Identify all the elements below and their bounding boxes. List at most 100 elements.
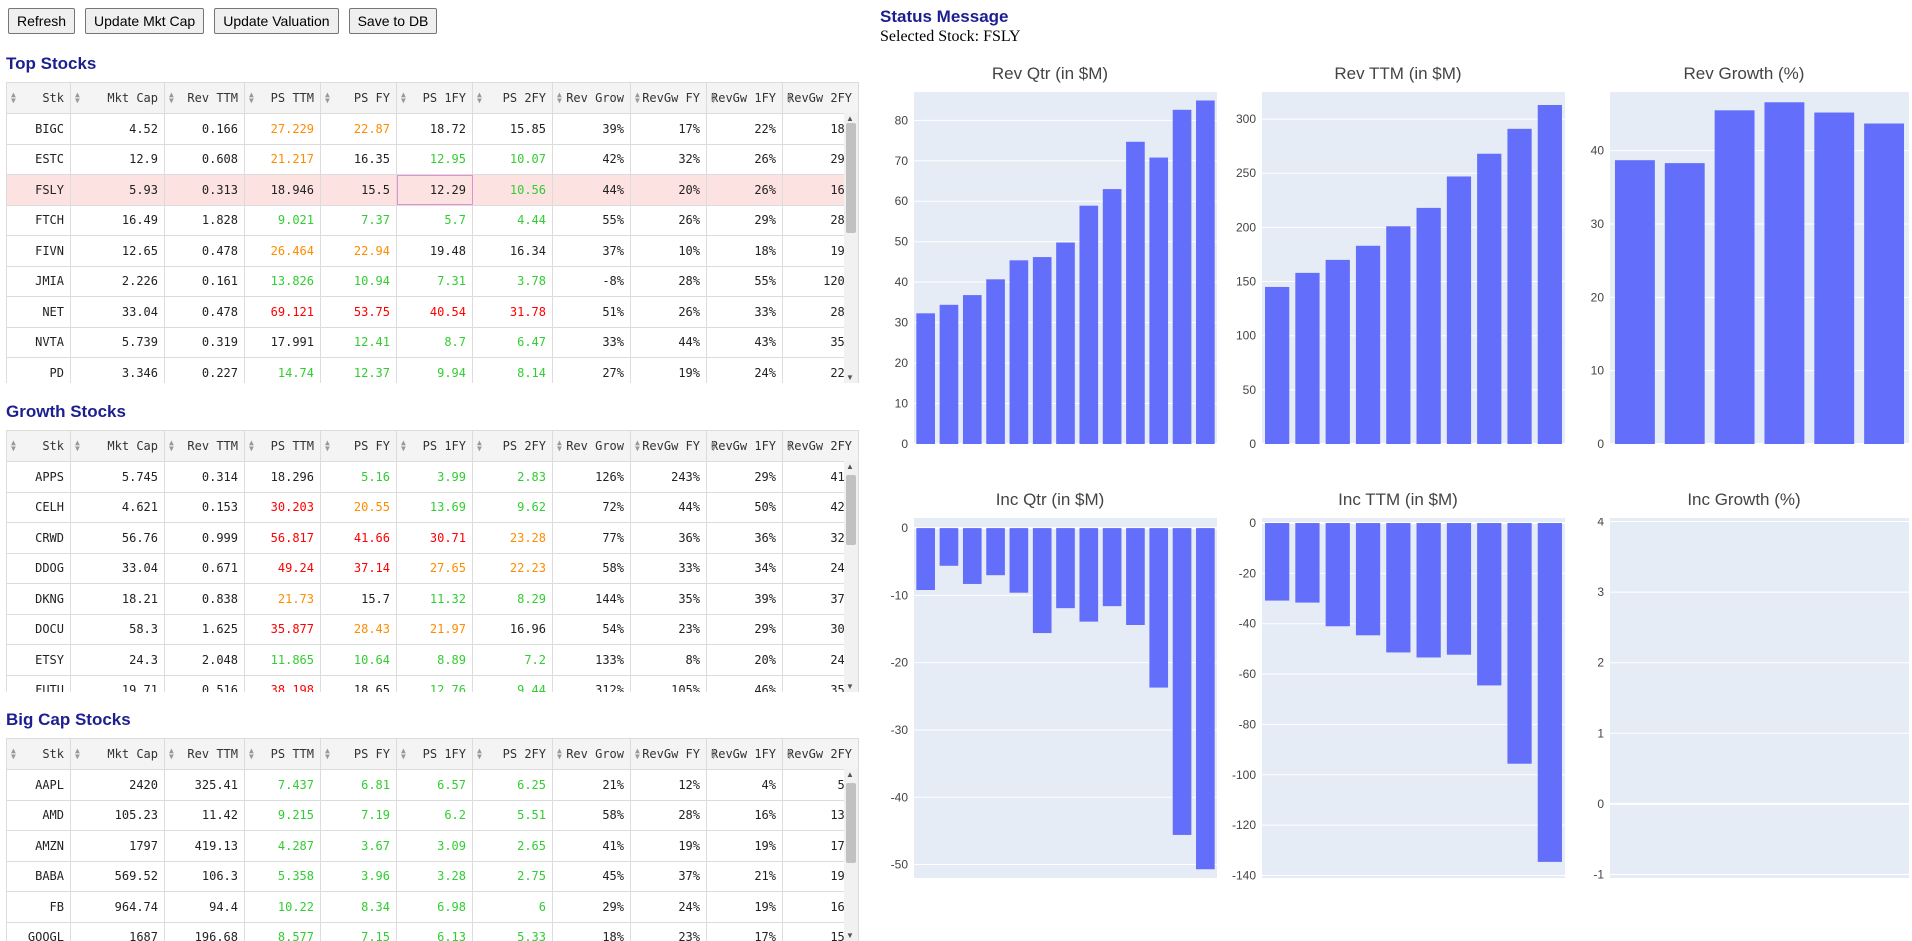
table-cell[interactable]: 11.865 bbox=[244, 644, 321, 676]
bar[interactable] bbox=[916, 528, 935, 590]
table-cell[interactable]: 13.826 bbox=[244, 265, 321, 297]
bar[interactable] bbox=[1196, 528, 1215, 870]
table-cell[interactable]: 3.96 bbox=[320, 860, 397, 892]
table-cell[interactable]: 10.22 bbox=[244, 891, 321, 923]
table-cell[interactable]: 0.608 bbox=[164, 143, 245, 175]
table-cell[interactable]: 964.74 bbox=[70, 891, 165, 923]
table-cell[interactable]: 26% bbox=[630, 296, 707, 328]
bar[interactable] bbox=[1265, 286, 1290, 444]
table-row[interactable]: DOCU 58.3 1.625 35.877 28.43 21.97 16.96 54% 23%… bbox=[6, 613, 859, 645]
table-cell[interactable]: 18.65 bbox=[320, 674, 397, 692]
table-cell[interactable]: 22.23 bbox=[472, 552, 553, 584]
table-cell[interactable]: 55% bbox=[552, 204, 631, 236]
sort-icon[interactable]: ▲ ▼ bbox=[787, 747, 792, 761]
bar[interactable] bbox=[1032, 528, 1052, 634]
sort-icon[interactable]: ▲ ▼ bbox=[75, 91, 80, 105]
table-cell[interactable]: 1.828 bbox=[164, 204, 245, 236]
bar[interactable] bbox=[1814, 112, 1855, 445]
sort-icon[interactable]: ▲ ▼ bbox=[477, 91, 482, 105]
table-cell[interactable]: 45% bbox=[552, 860, 631, 892]
bar[interactable] bbox=[1664, 163, 1705, 444]
table-cell[interactable]: 22.94 bbox=[320, 235, 397, 267]
column-header[interactable]: ▲ ▼ Rev TTM bbox=[164, 430, 245, 462]
update-valuation-button[interactable]: Update Valuation bbox=[214, 8, 339, 34]
table-cell[interactable]: 16.34 bbox=[472, 235, 553, 267]
table-cell[interactable]: 419.13 bbox=[164, 830, 245, 862]
column-header[interactable]: ▲ ▼ RevGw 2FY bbox=[782, 82, 859, 114]
bar[interactable] bbox=[986, 279, 1005, 444]
table-cell[interactable]: ESTC bbox=[6, 143, 71, 175]
table-cell[interactable]: 46% bbox=[706, 674, 783, 692]
bar[interactable] bbox=[1507, 128, 1532, 444]
table-cell[interactable]: 12.65 bbox=[70, 235, 165, 267]
sort-icon[interactable]: ▲ ▼ bbox=[249, 747, 254, 761]
table-cell[interactable]: 20.55 bbox=[320, 491, 397, 523]
sort-icon[interactable]: ▲ ▼ bbox=[787, 439, 792, 453]
table-cell[interactable]: 196.68 bbox=[164, 921, 245, 941]
table-cell[interactable]: 34% bbox=[706, 552, 783, 584]
table-cell[interactable]: CELH bbox=[6, 491, 71, 523]
table-cell[interactable]: 56.76 bbox=[70, 522, 165, 554]
table-cell[interactable]: 28% bbox=[630, 799, 707, 831]
table-cell[interactable]: 28.43 bbox=[320, 613, 397, 645]
table-cell[interactable]: 26% bbox=[706, 174, 783, 206]
table-cell[interactable]: 16.35 bbox=[320, 143, 397, 175]
table-cell[interactable]: 10.64 bbox=[320, 644, 397, 676]
table-cell[interactable]: 1.625 bbox=[164, 613, 245, 645]
table-cell[interactable]: 26.464 bbox=[244, 235, 321, 267]
table-cell[interactable]: 19% bbox=[630, 357, 707, 383]
bar[interactable] bbox=[962, 528, 982, 584]
table-cell[interactable]: 24% bbox=[630, 891, 707, 923]
table-row[interactable]: NVTA 5.739 0.319 17.991 12.41 8.7 6.47 33% 44% 43… bbox=[6, 326, 859, 358]
table-cell[interactable]: 12% bbox=[630, 769, 707, 801]
table-cell[interactable]: 58% bbox=[552, 799, 631, 831]
column-header[interactable]: ▲ ▼ PS 1FY bbox=[396, 430, 473, 462]
table-cell[interactable]: 16.49 bbox=[70, 204, 165, 236]
table-cell[interactable]: 8.577 bbox=[244, 921, 321, 941]
table-cell[interactable]: 325.41 bbox=[164, 769, 245, 801]
table-cell[interactable]: 21.73 bbox=[244, 583, 321, 615]
table-cell[interactable]: 144% bbox=[552, 583, 631, 615]
column-header[interactable]: ▲ ▼ PS FY bbox=[320, 738, 397, 770]
table-cell[interactable]: 26% bbox=[630, 204, 707, 236]
table-cell[interactable]: 23% bbox=[630, 921, 707, 941]
table-cell[interactable]: FIVN bbox=[6, 235, 71, 267]
table-cell[interactable]: 18% bbox=[706, 235, 783, 267]
table-cell[interactable]: 77% bbox=[552, 522, 631, 554]
table-row[interactable]: JMIA 2.226 0.161 13.826 10.94 7.31 3.78 -8% 28% 5… bbox=[6, 265, 859, 297]
table-cell[interactable]: 44% bbox=[630, 491, 707, 523]
table-cell[interactable]: NET bbox=[6, 296, 71, 328]
scroll-down-icon[interactable]: ▼ bbox=[846, 682, 854, 691]
bar[interactable] bbox=[1386, 523, 1411, 653]
table-cell[interactable]: 8.89 bbox=[396, 644, 473, 676]
table-cell[interactable]: 19.48 bbox=[396, 235, 473, 267]
table-cell[interactable]: FSLY bbox=[6, 174, 71, 206]
table-cell[interactable]: 54% bbox=[552, 613, 631, 645]
sort-icon[interactable]: ▲ ▼ bbox=[249, 91, 254, 105]
table-cell[interactable]: 12.95 bbox=[396, 143, 473, 175]
column-header[interactable]: ▲ ▼ PS 2FY bbox=[472, 82, 553, 114]
table-cell[interactable]: 55% bbox=[706, 265, 783, 297]
table-cell[interactable]: 19% bbox=[630, 830, 707, 862]
table-cell[interactable]: 5.33 bbox=[472, 921, 553, 941]
sort-icon[interactable]: ▲ ▼ bbox=[325, 91, 330, 105]
table-cell[interactable]: 19% bbox=[706, 830, 783, 862]
table-cell[interactable]: 8.29 bbox=[472, 583, 553, 615]
column-header[interactable]: ▲ ▼ PS 2FY bbox=[472, 738, 553, 770]
table-cell[interactable]: 30.71 bbox=[396, 522, 473, 554]
bar[interactable] bbox=[1764, 102, 1805, 444]
table-cell[interactable]: 18% bbox=[552, 921, 631, 941]
table-cell[interactable]: 33.04 bbox=[70, 296, 165, 328]
bar[interactable] bbox=[1295, 523, 1320, 603]
scroll-up-icon[interactable]: ▲ bbox=[846, 462, 854, 471]
table-cell[interactable]: 8.34 bbox=[320, 891, 397, 923]
table-cell[interactable]: 94.4 bbox=[164, 891, 245, 923]
column-header[interactable]: ▲ ▼ PS TTM bbox=[244, 738, 321, 770]
sort-icon[interactable]: ▲ ▼ bbox=[477, 747, 482, 761]
bar[interactable] bbox=[1446, 523, 1472, 655]
table-cell[interactable]: 26% bbox=[706, 143, 783, 175]
table-cell[interactable]: 10.56 bbox=[472, 174, 553, 206]
table-cell[interactable]: 9.94 bbox=[396, 357, 473, 383]
table-row[interactable]: FUTU 19.71 0.516 38.198 18.65 12.76 9.44 312% 10… bbox=[6, 674, 859, 692]
table-cell[interactable]: 3.09 bbox=[396, 830, 473, 862]
